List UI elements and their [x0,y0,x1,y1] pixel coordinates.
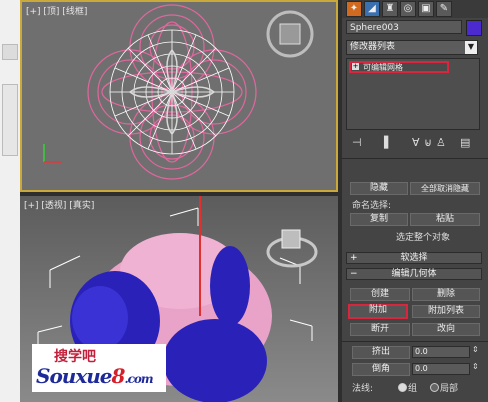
rollout-plus-icon: + [350,253,358,263]
edit-geometry-rollout[interactable]: − 编辑几何体 [346,268,482,280]
object-name-field[interactable]: Sphere003 [346,20,462,34]
select-whole-label: 选定整个对象 [396,233,451,243]
normal-local-radio[interactable] [430,383,439,392]
left-toolbar-strip [0,0,20,402]
soft-selection-label: 软选择 [400,253,428,263]
stack-item-editable-mesh[interactable]: + 可编辑网格 [349,61,449,73]
pin-stack-icon[interactable]: ⊣ [352,136,362,149]
display-tab-icon[interactable]: ▣ [418,1,434,17]
object-color-swatch[interactable] [466,20,482,36]
utilities-tab-icon[interactable]: ✎ [436,1,452,17]
delete-button[interactable]: 删除 [412,288,480,301]
normal-label: 法线: [352,384,374,394]
spinner-arrows-icon[interactable]: ⇕ [472,362,479,371]
top-view-wireframe [43,4,314,180]
extrude-button[interactable]: 挤出 [352,346,410,359]
soft-selection-rollout[interactable]: + 软选择 [346,252,482,264]
top-viewport[interactable]: [+] [顶] [线框] [20,0,338,192]
turn-button[interactable]: 改向 [412,323,480,336]
watermark-en-b: 8 [111,364,126,388]
detach-button[interactable]: 断开 [350,323,410,336]
watermark-cn-text: 搜学吧 [54,349,96,365]
command-panel-tabs: ✦ ◢ ♜ ◎ ▣ ✎ [342,0,488,18]
configure-modifier-icon[interactable]: ▤ [460,136,470,149]
normal-group-label: 组 [408,384,418,394]
chamfer-button[interactable]: 倒角 [352,363,410,376]
edit-geometry-label: 编辑几何体 [391,269,437,279]
hide-button[interactable]: 隐藏 [350,182,408,195]
modifier-stack[interactable]: + 可编辑网格 [346,58,480,130]
create-button[interactable]: 创建 [350,288,410,301]
expand-plus-icon[interactable]: + [352,63,359,70]
modifier-list-label: 修改器列表 [350,42,396,52]
chamfer-amount-spinner[interactable]: 0.0 [412,363,470,375]
watermark-en-text: Souxue8.com [36,364,154,388]
extrude-amount-spinner[interactable]: 0.0 [412,346,470,358]
watermark-en-c: .com [124,372,153,386]
chevron-down-icon[interactable]: ▼ [465,41,477,54]
stack-toolbar: ⊣ ▌ ∀ ⊌ ♙ ▤ [346,136,482,152]
configure-sets-icon[interactable]: ♙ [436,136,446,149]
hierarchy-tab-icon[interactable]: ♜ [382,1,398,17]
normal-group-radio[interactable] [398,383,407,392]
divider [342,158,488,159]
modify-tab-icon[interactable]: ◢ [364,1,380,17]
normal-local-label: 局部 [440,384,459,394]
attach-list-button[interactable]: 附加列表 [412,305,480,318]
make-unique-icon[interactable]: ∀ [412,136,420,149]
motion-tab-icon[interactable]: ◎ [400,1,416,17]
stack-item-label: 可编辑网格 [363,63,403,72]
attach-button[interactable]: 附加 [348,304,408,319]
rollout-minus-icon: − [350,269,358,279]
left-toolbar-panel [2,84,18,156]
show-end-result-icon[interactable]: ▌ [384,136,392,149]
named-selection-label: 命名选择: [352,201,392,211]
remove-modifier-icon[interactable]: ⊌ [424,136,432,149]
paste-button[interactable]: 粘贴 [410,213,480,226]
spinner-arrows-icon[interactable]: ⇕ [472,345,479,354]
watermark-en-a: Souxue [36,364,113,388]
left-toolbar-button[interactable] [2,44,18,60]
modifier-list-dropdown[interactable]: 修改器列表 ▼ [346,40,478,55]
create-tab-icon[interactable]: ✦ [346,1,362,17]
divider [342,341,488,342]
unhide-all-button[interactable]: 全部取消隐藏 [410,182,480,195]
copy-button[interactable]: 复制 [350,213,408,226]
site-watermark: 搜学吧 Souxue8.com [32,344,166,392]
command-panel: ✦ ◢ ♜ ◎ ▣ ✎ Sphere003 修改器列表 ▼ + 可编辑网格 ⊣ … [342,0,488,402]
